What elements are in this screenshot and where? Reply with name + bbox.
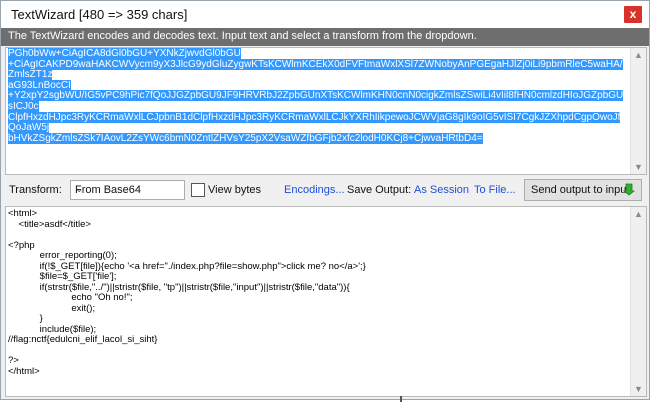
encodings-link[interactable]: Encodings... bbox=[284, 184, 345, 196]
output-line: exit(); bbox=[8, 302, 96, 314]
toolbar: Transform: From Base64 ⌄ View bytes Enco… bbox=[1, 178, 649, 203]
output-line: <html> bbox=[8, 208, 38, 219]
input-line: +Y2xpY2sgbWU/IG5vPC9hPic7fQoJJGZpbGU9JF9… bbox=[8, 90, 624, 112]
input-line: bHVkZSgkZmlsZSk7IAovL2ZsYWc6bmN0ZntlZHVs… bbox=[8, 132, 483, 144]
output-line: $file=$_GET['file']; bbox=[8, 271, 117, 282]
title-bar[interactable]: TextWizard [480 => 359 chars] x bbox=[1, 1, 649, 28]
input-line: +CiAgICAKPD9waHAKCWVycm9yX3JlcG9ydGluZyg… bbox=[8, 58, 623, 81]
output-line: <title>asdf</title> bbox=[8, 218, 91, 230]
view-bytes-label[interactable]: View bytes bbox=[208, 184, 261, 196]
close-button[interactable]: x bbox=[624, 6, 642, 23]
transform-dropdown[interactable]: From Base64 ⌄ bbox=[70, 180, 185, 200]
send-output-label: Send output to input bbox=[531, 184, 630, 196]
output-textarea[interactable]: <html> <title>asdf</title> <?php error_r… bbox=[5, 206, 647, 397]
input-line: PGh0bWw+CiAgICA8dGl0bGU+YXNkZjwvdGl0bGU bbox=[8, 48, 241, 59]
input-text[interactable]: PGh0bWw+CiAgICA8dGl0bGU+YXNkZjwvdGl0bGU … bbox=[8, 48, 626, 144]
to-file-link[interactable]: To File... bbox=[474, 184, 516, 196]
output-line: echo "Oh no!"; bbox=[8, 292, 133, 303]
save-output-label: Save Output: bbox=[347, 184, 412, 196]
cursor-mark bbox=[400, 396, 402, 402]
scroll-up-icon[interactable]: ▲ bbox=[631, 209, 646, 219]
green-arrow-icon bbox=[623, 183, 635, 196]
input-line: ClpfHxzdHJpc3RyKCRmaWxlLCJpbnB1dClpfHxzd… bbox=[8, 111, 621, 134]
scroll-up-icon[interactable]: ▲ bbox=[631, 50, 646, 60]
info-bar: The TextWizard encodes and decodes text.… bbox=[1, 28, 649, 46]
as-session-link[interactable]: As Session bbox=[414, 184, 469, 196]
chevron-down-icon: ⌄ bbox=[75, 184, 84, 195]
input-line: aG93LnBocCI bbox=[8, 79, 71, 91]
window-title: TextWizard [480 => 359 chars] bbox=[11, 7, 188, 22]
output-line: error_reporting(0); bbox=[8, 250, 117, 261]
send-output-button[interactable]: Send output to input bbox=[524, 179, 642, 201]
output-line: } bbox=[8, 313, 43, 324]
output-line: //flag:nctf{edulcni_elif_lacol_si_siht} bbox=[8, 334, 158, 345]
textwizard-window: TextWizard [480 => 359 chars] x The Text… bbox=[0, 0, 650, 400]
input-textarea[interactable]: PGh0bWw+CiAgICA8dGl0bGU+YXNkZjwvdGl0bGU … bbox=[5, 47, 647, 175]
output-line: ?> bbox=[8, 355, 19, 366]
output-text[interactable]: <html> <title>asdf</title> <?php error_r… bbox=[8, 208, 628, 377]
view-bytes-checkbox[interactable] bbox=[191, 183, 205, 197]
transform-label: Transform: bbox=[9, 184, 62, 196]
output-line: </html> bbox=[8, 365, 40, 377]
input-scrollbar[interactable]: ▲ ▼ bbox=[630, 48, 646, 174]
scroll-down-icon[interactable]: ▼ bbox=[631, 162, 646, 172]
info-text: The TextWizard encodes and decodes text.… bbox=[8, 30, 477, 42]
output-scrollbar[interactable]: ▲ ▼ bbox=[630, 207, 646, 396]
scroll-down-icon[interactable]: ▼ bbox=[631, 384, 646, 394]
